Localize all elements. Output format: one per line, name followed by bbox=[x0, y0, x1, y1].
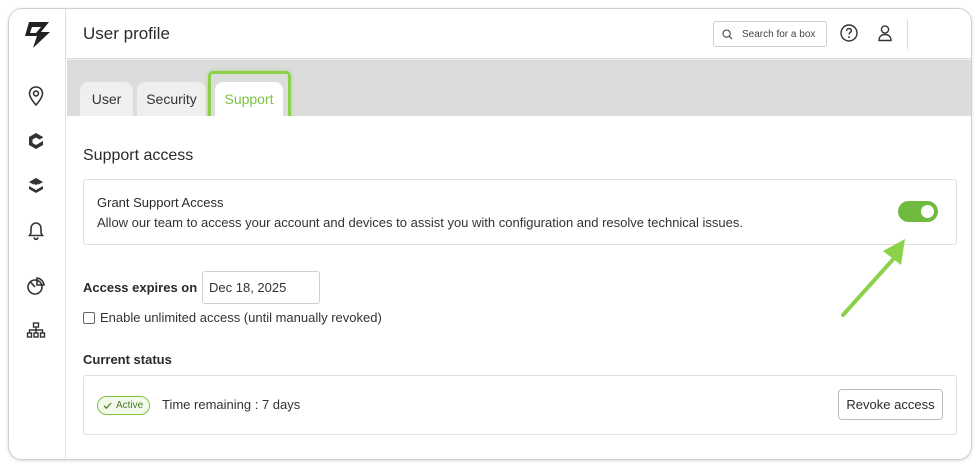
unlimited-access-row[interactable]: Enable unlimited access (until manually … bbox=[83, 310, 382, 325]
status-title: Current status bbox=[83, 352, 172, 367]
question-circle-icon[interactable] bbox=[839, 23, 859, 43]
time-remaining: Time remaining : 7 days bbox=[162, 397, 301, 412]
top-header: User profile bbox=[67, 9, 971, 59]
bell-icon[interactable] bbox=[25, 220, 47, 242]
status-badge-label: Active bbox=[116, 400, 144, 411]
expires-label: Access expires on bbox=[83, 280, 198, 295]
section-title: Support access bbox=[83, 147, 194, 164]
unlimited-access-checkbox[interactable] bbox=[83, 311, 95, 324]
status-badge: Active bbox=[97, 396, 151, 415]
search-box[interactable] bbox=[713, 21, 827, 47]
header-divider bbox=[907, 19, 908, 49]
status-card: Active Time remaining : 7 days Revoke ac… bbox=[83, 375, 957, 435]
expires-date-input[interactable] bbox=[202, 271, 320, 304]
revoke-access-button[interactable]: Revoke access bbox=[838, 389, 943, 420]
support-panel: Support access Grant Support Access Allo… bbox=[67, 116, 971, 459]
layers-icon[interactable] bbox=[25, 175, 47, 197]
user-icon[interactable] bbox=[875, 23, 895, 43]
tab-user[interactable]: User bbox=[80, 82, 133, 116]
page-title: User profile bbox=[83, 24, 170, 43]
grant-access-toggle[interactable] bbox=[898, 201, 938, 222]
pie-chart-icon[interactable] bbox=[25, 275, 47, 297]
search-input[interactable] bbox=[742, 28, 826, 40]
grant-title: Grant Support Access bbox=[97, 195, 224, 210]
grant-support-card: Grant Support Access Allow our team to a… bbox=[83, 179, 957, 245]
search-icon bbox=[722, 28, 733, 39]
cube-icon[interactable] bbox=[25, 130, 47, 152]
location-pin-icon[interactable] bbox=[25, 85, 47, 107]
tab-bar: User Security Support bbox=[67, 60, 971, 116]
app-window: User profile User Security Support Suppo… bbox=[8, 8, 972, 460]
unlimited-access-label: Enable unlimited access (until manually … bbox=[100, 310, 382, 325]
grant-description: Allow our team to access your account an… bbox=[97, 215, 744, 230]
network-icon[interactable] bbox=[25, 320, 47, 342]
tab-support[interactable]: Support bbox=[215, 82, 283, 116]
check-icon bbox=[103, 402, 112, 410]
sidebar bbox=[9, 9, 66, 459]
toggle-knob bbox=[921, 205, 934, 218]
tab-security[interactable]: Security bbox=[137, 82, 206, 116]
brand-logo[interactable] bbox=[19, 18, 55, 50]
